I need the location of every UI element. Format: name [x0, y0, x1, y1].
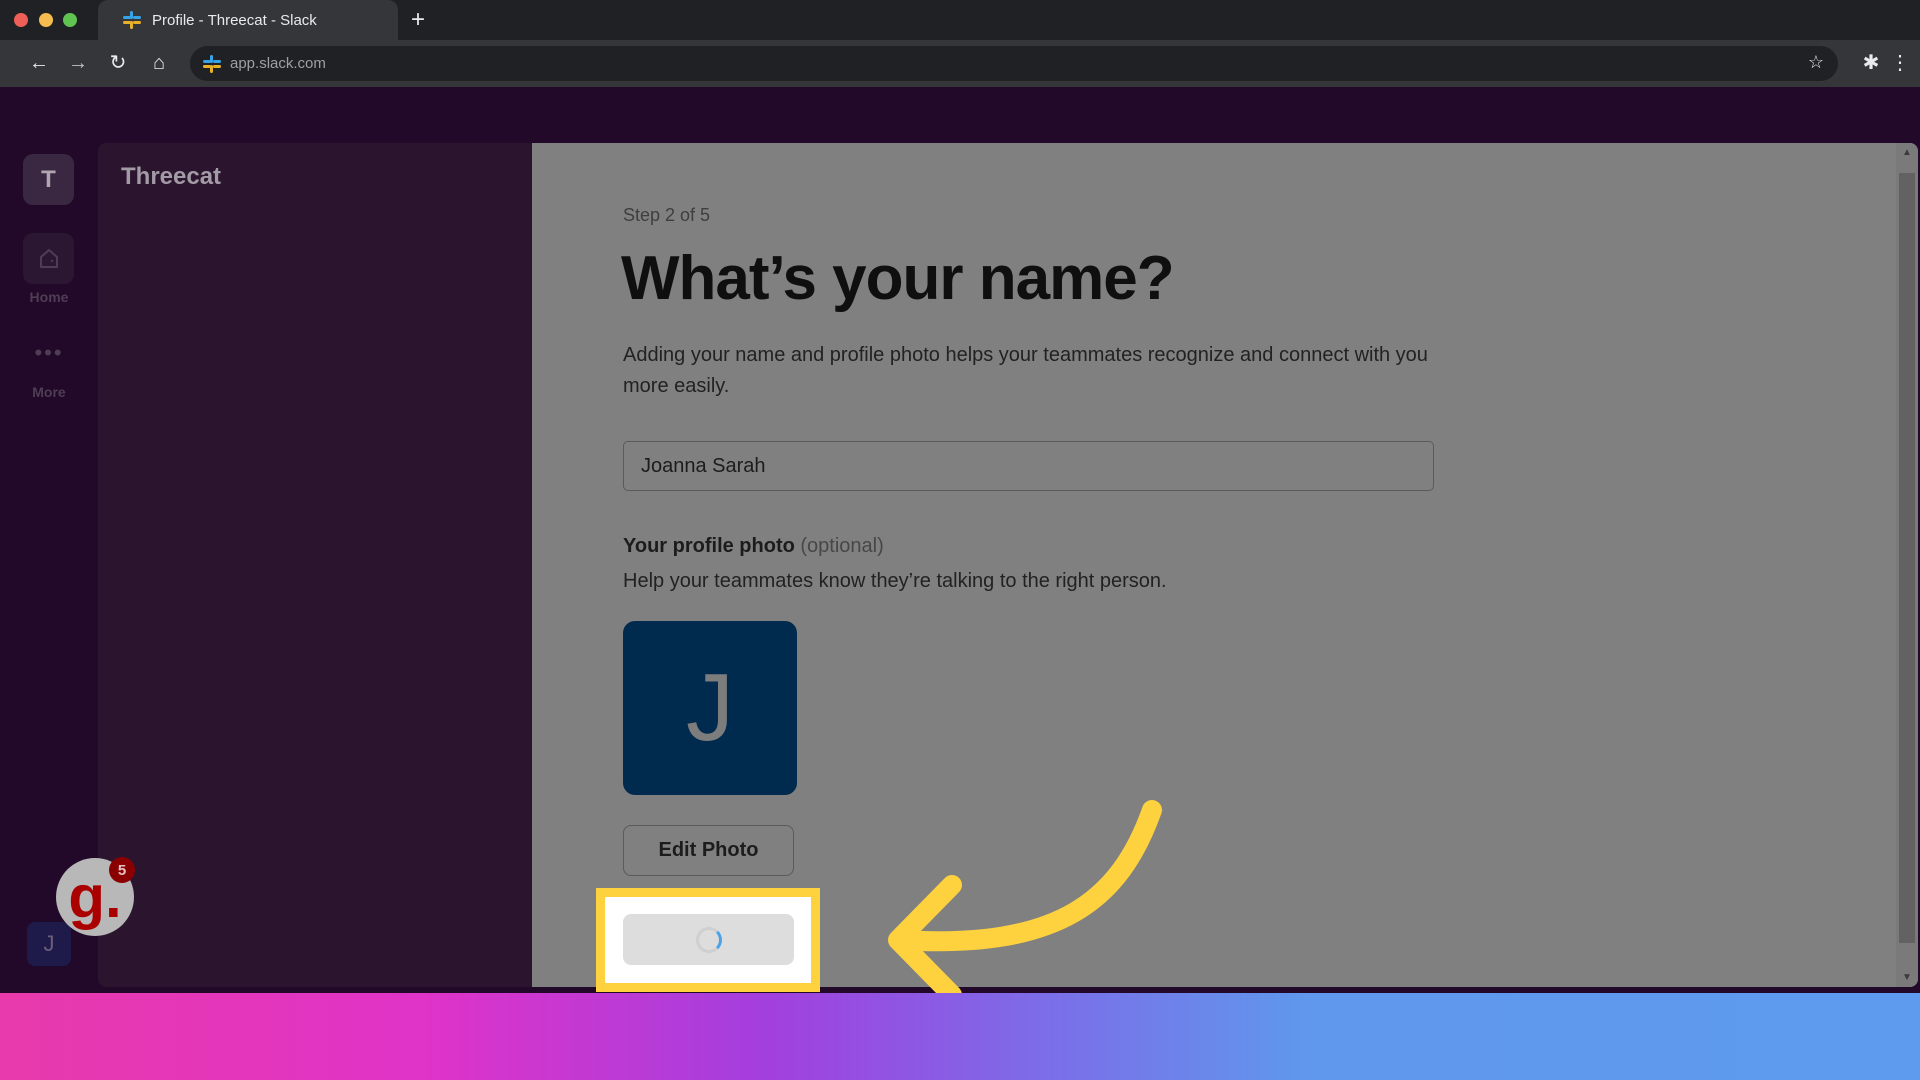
browser-tab-bar: Profile - Threecat - Slack +	[0, 0, 1920, 40]
home-icon[interactable]: ⌂	[146, 50, 172, 76]
back-icon[interactable]: ←	[26, 50, 52, 76]
guide-widget-badge: 5	[109, 857, 135, 883]
url-text: app.slack.com	[230, 55, 326, 72]
step-indicator: Step 2 of 5	[623, 205, 711, 225]
profile-photo-help: Help your teammates know they’re talking…	[623, 570, 1167, 592]
extensions-puzzle-icon[interactable]: ✱	[1858, 50, 1884, 76]
workspace-rail: T Home ••• More J	[0, 87, 98, 993]
window-maximize-button[interactable]	[63, 13, 77, 27]
page-description: Adding your name and profile photo helps…	[623, 344, 1428, 397]
window-minimize-button[interactable]	[39, 13, 53, 27]
window-close-button[interactable]	[14, 13, 28, 27]
scrollbar-thumb[interactable]	[1899, 173, 1915, 943]
browser-tab-active[interactable]: Profile - Threecat - Slack	[98, 0, 398, 40]
new-tab-button[interactable]: +	[406, 6, 430, 34]
workspace-switcher[interactable]: T	[23, 154, 74, 205]
profile-photo-avatar: J	[623, 621, 797, 795]
tab-title: Profile - Threecat - Slack	[152, 11, 317, 29]
home-label: Home	[29, 289, 69, 305]
browser-menu-icon[interactable]: ⋮	[1890, 50, 1910, 76]
edit-photo-button[interactable]: Edit Photo	[623, 825, 794, 876]
page-title: What’s your name?	[621, 244, 1175, 313]
home-button[interactable]	[23, 233, 74, 284]
browser-toolbar: ← → ↻ ⌂ app.slack.com ☆ ✱ ⋮	[0, 40, 1920, 87]
user-avatar[interactable]: J	[27, 922, 71, 966]
home-icon	[39, 248, 58, 268]
background-gradient-band	[0, 993, 1920, 1080]
optional-tag: (optional)	[800, 535, 884, 557]
tutorial-highlight-box	[596, 888, 820, 992]
profile-photo-label: Your profile photo (optional)	[623, 535, 884, 558]
workspace-name[interactable]: Threecat	[121, 163, 221, 191]
sidebar: Threecat	[98, 143, 532, 987]
address-bar[interactable]: app.slack.com ☆	[190, 46, 1838, 81]
tutorial-arrow-icon	[888, 800, 1162, 1005]
scrollbar[interactable]: ▲ ▼	[1896, 143, 1918, 987]
next-step-button-loading[interactable]	[623, 914, 794, 965]
bookmark-star-icon[interactable]: ☆	[1808, 52, 1824, 73]
profile-photo-label-text: Your profile photo	[623, 535, 795, 557]
loading-spinner-icon	[695, 926, 722, 953]
scroll-down-arrow-icon[interactable]: ▼	[1896, 972, 1918, 983]
scroll-up-arrow-icon[interactable]: ▲	[1896, 147, 1918, 158]
more-label: More	[32, 384, 66, 400]
more-icon[interactable]: •••	[0, 340, 98, 366]
reload-icon[interactable]: ↻	[105, 50, 131, 76]
forward-icon[interactable]: →	[65, 50, 91, 76]
onboarding-panel: Step 2 of 5 What’s your name? Adding you…	[532, 143, 1918, 987]
slack-logo-icon	[203, 54, 221, 73]
full-name-input[interactable]	[623, 441, 1434, 491]
slack-logo-icon	[123, 11, 141, 29]
